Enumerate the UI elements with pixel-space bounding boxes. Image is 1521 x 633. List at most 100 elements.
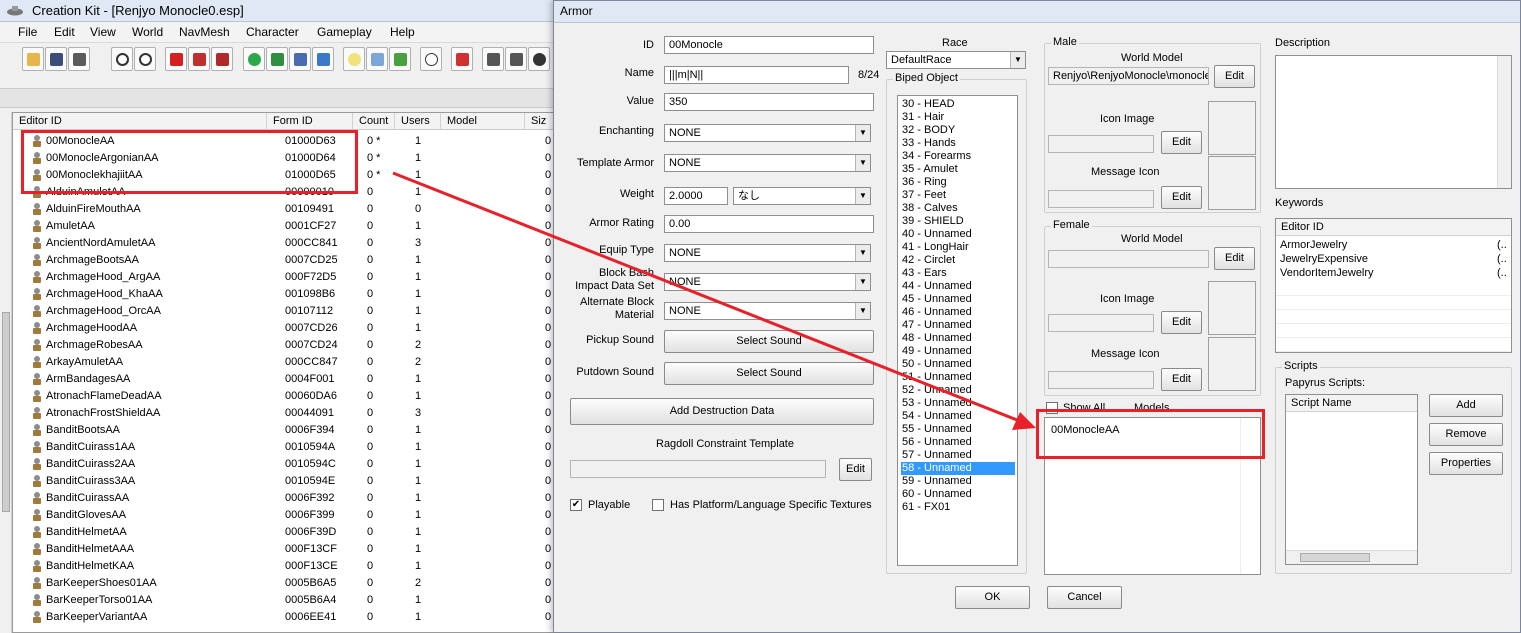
biped-slot-item[interactable]: 61 - FX01 <box>901 501 1015 514</box>
biped-slot-item[interactable]: 32 - BODY <box>901 124 1015 137</box>
biped-slot-item[interactable]: 51 - Unnamed <box>901 371 1015 384</box>
biped-slot-item[interactable]: 40 - Unnamed <box>901 228 1015 241</box>
save-all-button[interactable] <box>68 47 90 71</box>
menu-world[interactable]: World <box>132 25 163 39</box>
weight-field[interactable]: 2.0000 <box>664 187 728 205</box>
table-row[interactable]: ArchmageRobesAA 0007CD24 0 2 0 <box>13 337 559 354</box>
female-icon-image-field[interactable] <box>1048 314 1154 332</box>
biped-slot-item[interactable]: 38 - Calves <box>901 202 1015 215</box>
menu-character[interactable]: Character <box>246 25 299 39</box>
save-button[interactable] <box>45 47 67 71</box>
description-scrollbar[interactable] <box>1497 56 1511 188</box>
object-list-scrollbar[interactable] <box>0 112 12 633</box>
scripts-column-name[interactable]: Script Name <box>1286 395 1417 412</box>
scrollbar-thumb[interactable] <box>1300 553 1370 562</box>
keyword-item[interactable]: ArmorJewelry <box>1280 239 1347 251</box>
column-editor-id[interactable]: Editor ID <box>13 113 267 130</box>
enchanting-select[interactable]: NONE ▼ <box>664 124 871 142</box>
biped-slot-item[interactable]: 52 - Unnamed <box>901 384 1015 397</box>
table-row[interactable]: ArchmageHood_KhaAA 001098B6 0 1 0 <box>13 286 559 303</box>
impact-data-set-select[interactable]: NONE ▼ <box>664 273 871 291</box>
menu-navmesh[interactable]: NavMesh <box>179 25 230 39</box>
biped-slot-item[interactable]: 39 - SHIELD <box>901 215 1015 228</box>
biped-slot-item[interactable]: 48 - Unnamed <box>901 332 1015 345</box>
biped-slot-item[interactable]: 56 - Unnamed <box>901 436 1015 449</box>
table-row[interactable]: BanditBootsAA 0006F394 0 1 0 <box>13 422 559 439</box>
value-field[interactable]: 350 <box>664 93 874 111</box>
biped-slot-item[interactable]: 35 - Amulet <box>901 163 1015 176</box>
biped-slot-item[interactable]: 30 - HEAD <box>901 98 1015 111</box>
biped-slot-item[interactable]: 44 - Unnamed <box>901 280 1015 293</box>
table-row[interactable]: AtronachFlameDeadAA 00060DA6 0 1 0 <box>13 388 559 405</box>
table-row[interactable]: AmuletAA 0001CF27 0 1 0 <box>13 218 559 235</box>
male-world-model-field[interactable]: Renjyo\RenjyoMonocle\monocle <box>1048 67 1209 85</box>
table-row[interactable]: ArchmageHood_ArgAA 000F72D5 0 1 0 <box>13 269 559 286</box>
alt-block-material-select[interactable]: NONE ▼ <box>664 302 871 320</box>
menu-gameplay[interactable]: Gameplay <box>317 25 372 39</box>
keywords-column-editor-id[interactable]: Editor ID <box>1276 219 1494 236</box>
sky-button[interactable] <box>366 47 388 71</box>
table-row[interactable]: ArchmageBootsAA 0007CD25 0 1 0 <box>13 252 559 269</box>
remove-script-button[interactable]: Remove <box>1429 423 1503 446</box>
menu-view[interactable]: View <box>90 25 116 39</box>
biped-slot-item[interactable]: 49 - Unnamed <box>901 345 1015 358</box>
scrollbar-thumb[interactable] <box>2 312 10 512</box>
biped-slot-item[interactable]: 50 - Unnamed <box>901 358 1015 371</box>
biped-slot-item[interactable]: 33 - Hands <box>901 137 1015 150</box>
redo-button[interactable] <box>134 47 156 71</box>
female-message-icon-field[interactable] <box>1048 371 1154 389</box>
column-form-id[interactable]: Form ID <box>267 113 353 130</box>
add-destruction-data-button[interactable]: Add Destruction Data <box>570 398 874 425</box>
male-world-model-edit-button[interactable]: Edit <box>1214 65 1255 88</box>
scripts-list[interactable]: Script Name <box>1285 394 1418 565</box>
female-message-icon-edit-button[interactable]: Edit <box>1161 368 1202 391</box>
race-select[interactable]: DefaultRace ▼ <box>886 51 1026 69</box>
column-users[interactable]: Users <box>395 113 441 130</box>
putdown-sound-button[interactable]: Select Sound <box>664 362 874 385</box>
grass-button[interactable] <box>389 47 411 71</box>
biped-slot-item[interactable]: 60 - Unnamed <box>901 488 1015 501</box>
biped-slot-item[interactable]: 43 - Ears <box>901 267 1015 280</box>
female-world-model-edit-button[interactable]: Edit <box>1214 247 1255 270</box>
weight-type-select[interactable]: なし ▼ <box>733 187 871 205</box>
table-row[interactable]: ArkayAmuletAA 000CC847 0 2 0 <box>13 354 559 371</box>
world-button[interactable] <box>243 47 265 71</box>
table-row[interactable]: ArchmageHoodAA 0007CD26 0 1 0 <box>13 320 559 337</box>
male-message-icon-edit-button[interactable]: Edit <box>1161 186 1202 209</box>
scripts-hscrollbar[interactable] <box>1286 550 1417 564</box>
terrain-button[interactable] <box>188 47 210 71</box>
table-row[interactable]: AlduinFireMouthAA 00109491 0 0 0 <box>13 201 559 218</box>
ok-button[interactable]: OK <box>955 586 1030 609</box>
mode-button[interactable] <box>528 47 550 71</box>
navmesh-button[interactable] <box>211 47 233 71</box>
biped-slot-item[interactable]: 46 - Unnamed <box>901 306 1015 319</box>
table-row[interactable]: BanditCuirass1AA 0010594A 0 1 0 <box>13 439 559 456</box>
name-field[interactable]: |||m|N|| <box>664 66 849 84</box>
undo-button[interactable] <box>111 47 133 71</box>
table-row[interactable]: BanditGlovesAA 0006F399 0 1 0 <box>13 507 559 524</box>
render-button[interactable] <box>165 47 187 71</box>
biped-slot-item[interactable]: 37 - Feet <box>901 189 1015 202</box>
table-row[interactable]: AncientNordAmuletAA 000CC841 0 3 0 <box>13 235 559 252</box>
table-row[interactable]: BarKeeperShoes01AA 0005B6A5 0 2 0 <box>13 575 559 592</box>
script-properties-button[interactable]: Properties <box>1429 452 1503 475</box>
biped-slot-item[interactable]: 57 - Unnamed <box>901 449 1015 462</box>
menu-edit[interactable]: Edit <box>54 25 75 39</box>
havok-button[interactable] <box>289 47 311 71</box>
equip-type-select[interactable]: NONE ▼ <box>664 244 871 262</box>
biped-object-list[interactable]: 30 - HEAD 31 - Hair 32 - BODY 33 - Hands 34 … <box>897 95 1018 566</box>
ref2-button[interactable] <box>505 47 527 71</box>
female-world-model-field[interactable] <box>1048 250 1209 268</box>
male-icon-image-field[interactable] <box>1048 135 1154 153</box>
platform-textures-checkbox[interactable] <box>652 499 664 511</box>
table-row[interactable]: BanditCuirass2AA 0010594C 0 1 0 <box>13 456 559 473</box>
table-row[interactable]: ArchmageHood_OrcAA 00107112 0 1 0 <box>13 303 559 320</box>
column-count[interactable]: Count <box>353 113 395 130</box>
table-row[interactable]: BanditCuirassAA 0006F392 0 1 0 <box>13 490 559 507</box>
open-button[interactable] <box>22 47 44 71</box>
landscape-button[interactable] <box>266 47 288 71</box>
table-row[interactable]: BanditHelmetAA 0006F39D 0 1 0 <box>13 524 559 541</box>
template-armor-select[interactable]: NONE ▼ <box>664 154 871 172</box>
cancel-button[interactable]: Cancel <box>1047 586 1122 609</box>
biped-slot-item[interactable]: 53 - Unnamed <box>901 397 1015 410</box>
